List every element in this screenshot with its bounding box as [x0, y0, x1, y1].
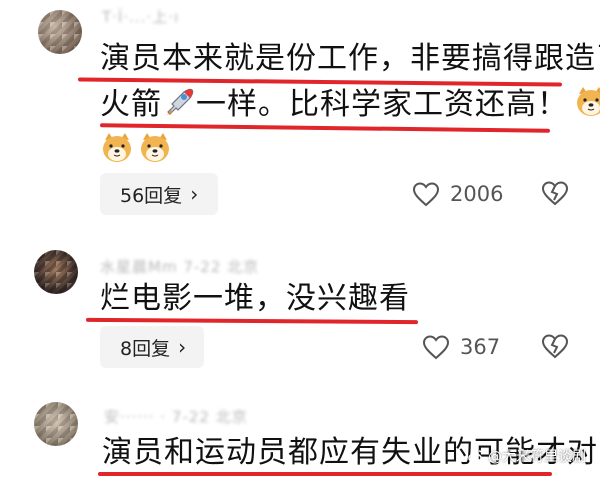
red-underline [98, 472, 552, 476]
like-button[interactable]: 2006 [412, 179, 503, 209]
avatar[interactable] [34, 402, 78, 446]
avatar[interactable] [34, 250, 78, 294]
view-replies-button[interactable]: 56回复 › [100, 173, 218, 215]
weibo-logo-icon [468, 450, 483, 463]
comment-meta: T·İ·...·上·ı [102, 8, 180, 26]
chevron-right-icon: › [178, 335, 187, 359]
comment-2: 水星晨Mm 7-22 北京 烂电影一堆，没兴趣看 8回复 › 367 [0, 240, 600, 380]
comment-text-line: 演员本来就是份工作，非要搞得跟造了 [100, 41, 600, 76]
doge-emoji-icon [574, 86, 600, 118]
like-count: 2006 [450, 182, 504, 206]
doge-emoji-icon [138, 132, 172, 164]
comment-text-line: 火箭 一样。比科学家工资还高！ [100, 86, 600, 124]
watermark: @大米符里谈剧 [468, 446, 586, 466]
like-button[interactable]: 367 [422, 332, 500, 362]
emoji-row [100, 132, 176, 164]
heart-icon [422, 335, 450, 360]
red-underline [85, 317, 419, 325]
comment-1: T·İ·...·上·ı 演员本来就是份工作，非要搞得跟造了 火箭 一样。比科学家工… [0, 0, 600, 225]
comment-3: 安······ · 7-22 北京 演员和运动员都应有失业的可能才对！ [0, 390, 600, 480]
comment-meta: 安······ · 7-22 北京 [104, 408, 248, 426]
dislike-button[interactable] [541, 333, 569, 361]
broken-heart-icon [541, 181, 569, 206]
watermark-text: @大米符里谈剧 [488, 449, 586, 465]
reply-count-label: 8回复 [120, 337, 171, 360]
heart-icon [412, 182, 440, 207]
view-replies-button[interactable]: 8回复 › [100, 326, 204, 368]
rocket-emoji-icon [162, 86, 196, 118]
reply-count-label: 56回复 [120, 184, 183, 207]
broken-heart-icon [541, 334, 569, 359]
dislike-button[interactable] [541, 180, 569, 208]
like-count: 367 [460, 335, 501, 359]
avatar[interactable] [38, 10, 82, 54]
doge-emoji-icon [100, 132, 134, 164]
comment-meta: 水星晨Mm 7-22 北京 [100, 258, 260, 276]
chevron-right-icon: › [190, 182, 199, 206]
comment-text-line: 烂电影一堆，没兴趣看 [100, 281, 410, 316]
